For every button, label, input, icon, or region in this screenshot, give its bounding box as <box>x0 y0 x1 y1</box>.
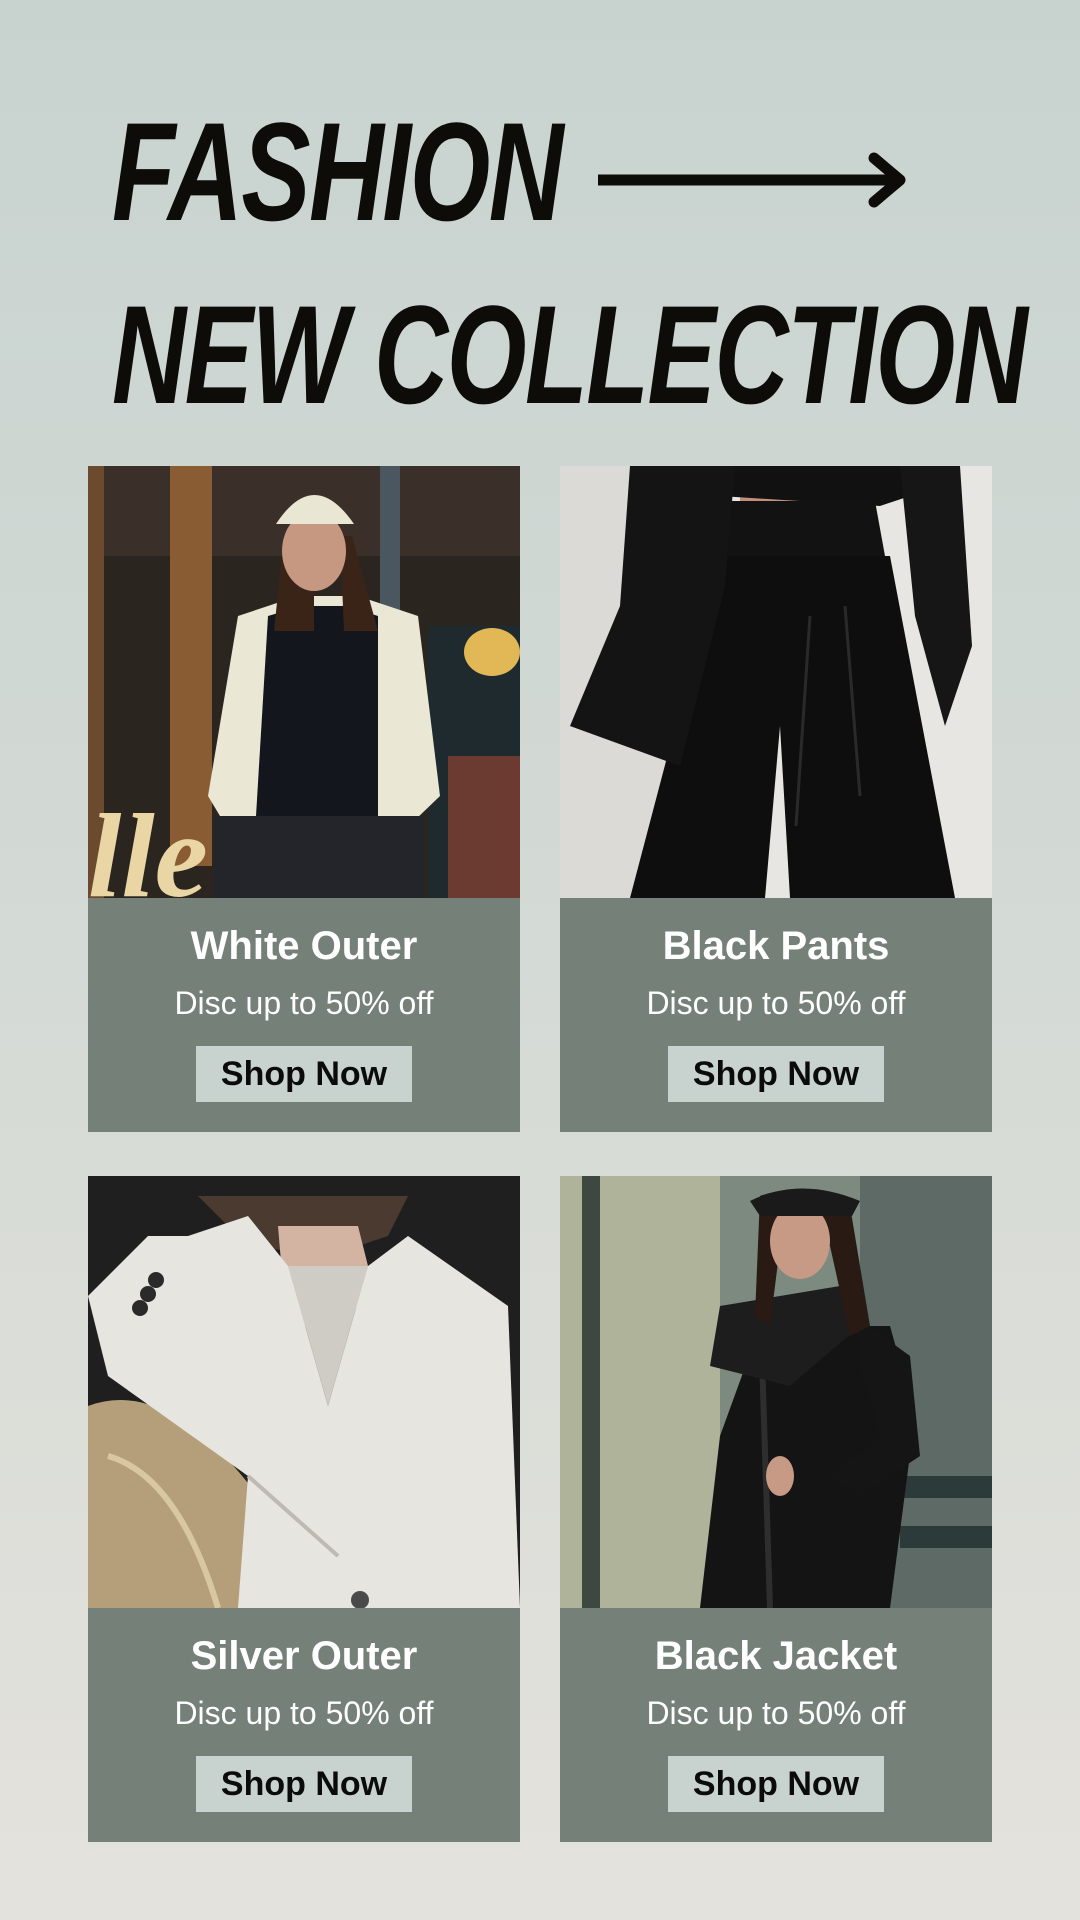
arrow-right-icon[interactable] <box>598 150 910 210</box>
product-discount: Disc up to 50% off <box>174 1695 434 1731</box>
product-photo-black-jacket[interactable] <box>560 1176 992 1608</box>
product-photo-silver-outer[interactable] <box>88 1176 520 1608</box>
product-card-black-pants[interactable]: Black Pants Disc up to 50% off Shop Now <box>560 466 992 1132</box>
headline-new-collection: NEW COLLECTION <box>112 276 1028 433</box>
shop-now-button[interactable]: Shop Now <box>668 1046 884 1102</box>
shop-now-button[interactable]: Shop Now <box>196 1756 412 1812</box>
product-discount: Disc up to 50% off <box>174 985 434 1021</box>
product-discount: Disc up to 50% off <box>646 985 906 1021</box>
product-photo-white-outer[interactable]: lle <box>88 466 520 898</box>
product-info-panel: White Outer Disc up to 50% off Shop Now <box>88 898 520 1132</box>
product-name: Black Pants <box>662 924 890 968</box>
product-info-panel: Black Pants Disc up to 50% off Shop Now <box>560 898 992 1132</box>
product-info-panel: Silver Outer Disc up to 50% off Shop Now <box>88 1608 520 1842</box>
product-card-black-jacket[interactable]: Black Jacket Disc up to 50% off Shop Now <box>560 1176 992 1842</box>
product-name: Black Jacket <box>654 1634 898 1678</box>
product-discount: Disc up to 50% off <box>646 1695 906 1731</box>
product-name: White Outer <box>190 924 418 968</box>
shop-now-button[interactable]: Shop Now <box>668 1756 884 1812</box>
product-name: Silver Outer <box>190 1634 418 1678</box>
headline-fashion: FASHION <box>112 93 564 250</box>
svg-text:lle: lle <box>88 789 208 898</box>
product-card-white-outer[interactable]: lle White Outer Disc up to 50% off Shop … <box>88 466 520 1132</box>
product-info-panel: Black Jacket Disc up to 50% off Shop Now <box>560 1608 992 1842</box>
shop-now-button[interactable]: Shop Now <box>196 1046 412 1102</box>
product-photo-black-pants[interactable] <box>560 466 992 898</box>
product-card-silver-outer[interactable]: Silver Outer Disc up to 50% off Shop Now <box>88 1176 520 1842</box>
